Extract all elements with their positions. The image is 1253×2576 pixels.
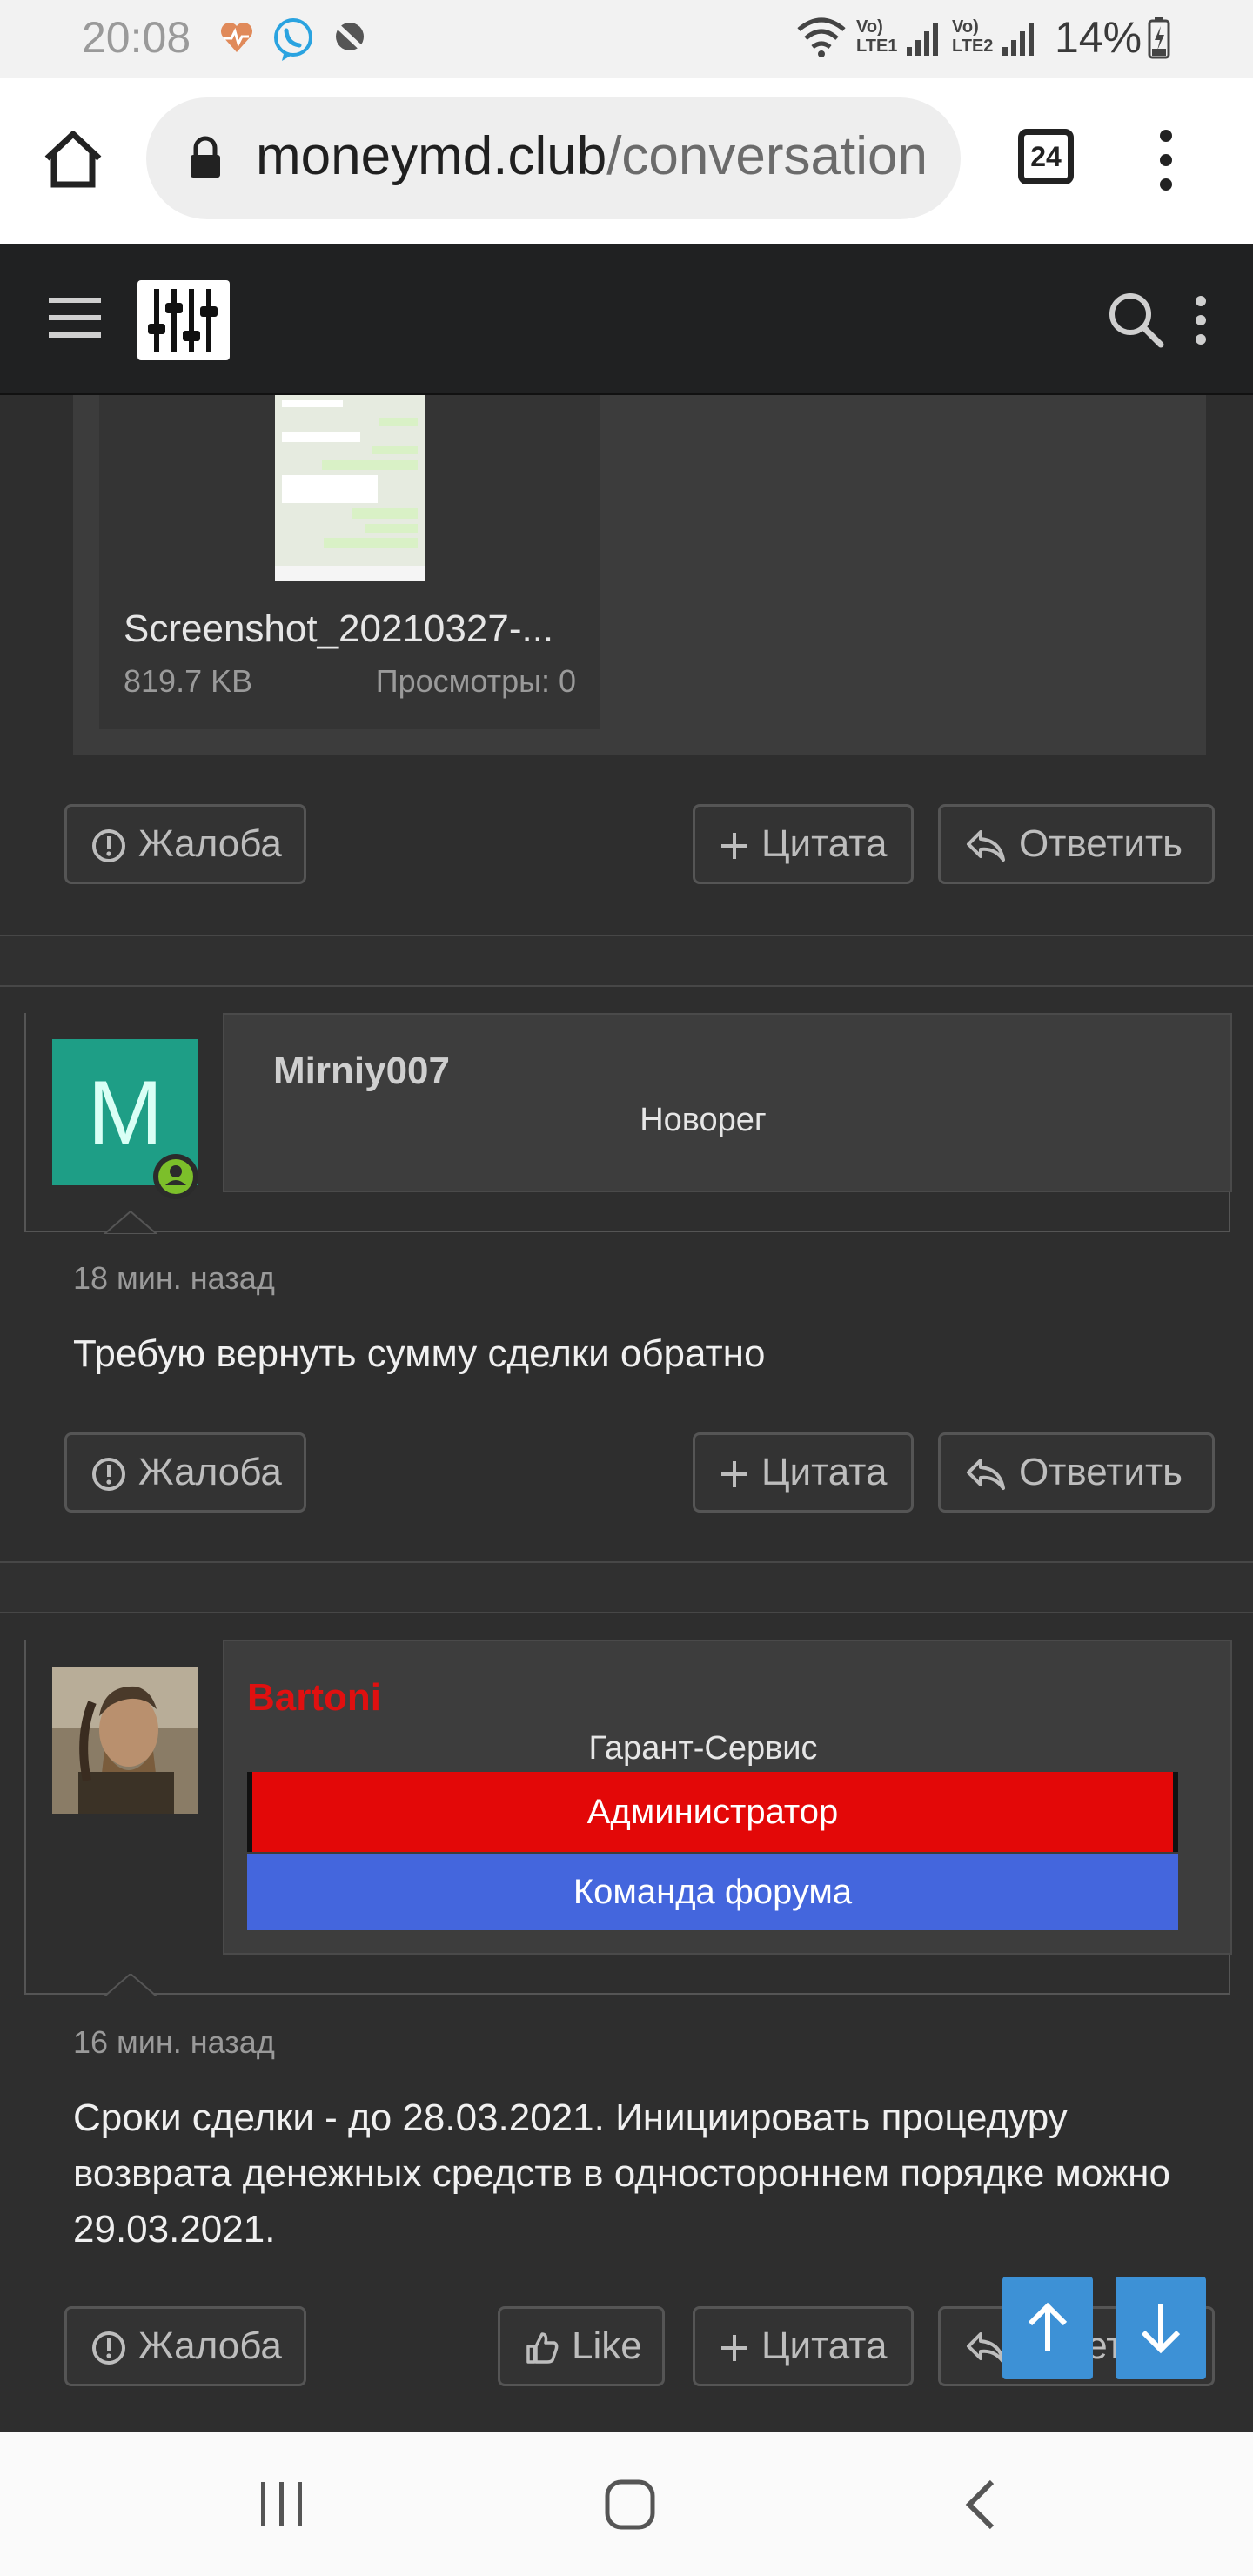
pointer-arrow [104,1211,157,1234]
reply-icon [967,830,1005,862]
url-path: /conversation [606,126,928,186]
reply-label: Ответить [1019,822,1183,865]
more-vert-icon[interactable] [1154,127,1178,193]
post-time[interactable]: 16 мин. назад [73,2024,275,2061]
user-block: M Mirniy007 Новорег [24,1013,1232,1234]
team-banner: Команда форума [247,1854,1178,1930]
post-separator [0,1561,1253,1613]
forum-logo[interactable] [137,280,230,360]
heart-pulse-icon [221,23,252,52]
battery-percent: 14% [1055,13,1142,62]
like-button[interactable]: Like [498,2306,665,2386]
reply-label: Ответить [1019,1451,1183,1493]
online-status-icon [153,1154,198,1199]
report-button[interactable]: Жалоба [64,1432,306,1513]
avatar-photo [52,1667,198,1814]
plus-icon [721,2335,747,2362]
like-icon [526,2332,559,2365]
equalizer-logo-icon [148,289,218,352]
plus-icon [721,1461,747,1488]
search-icon[interactable] [1107,291,1164,348]
reply-button[interactable]: Ответить [938,1432,1215,1513]
forum-header [0,244,1253,395]
more-vert-icon[interactable] [1194,294,1208,346]
user-info-panel: Mirniy007 Новорег [223,1013,1232,1192]
quote-label: Цитата [761,822,888,865]
username[interactable]: Mirniy007 [273,1050,450,1093]
viber-icon [274,18,312,61]
signal-icon [907,23,938,56]
plus-icon [721,833,747,860]
quote-label: Цитата [761,2324,888,2367]
recents-icon[interactable] [258,2482,306,2526]
attachment-filename[interactable]: Screenshot_20210327-... [124,607,553,651]
attachment-thumbnail[interactable] [275,395,425,581]
report-label: Жалоба [138,822,282,865]
reply-button[interactable]: Ответить [938,804,1215,884]
quote-button[interactable]: Цитата [693,1432,914,1513]
system-nav-bar [0,2432,1253,2576]
battery-icon [1148,17,1170,59]
attachment-views: Просмотры: 0 [375,663,576,699]
avatar[interactable] [52,1667,198,1814]
home-nav-icon[interactable] [604,2479,656,2531]
report-label: Жалоба [138,1451,282,1493]
wifi-icon [797,17,846,57]
status-time: 20:08 [82,13,191,62]
username[interactable]: Bartoni [247,1676,381,1720]
avatar-letter: M [87,1063,164,1164]
report-label: Жалоба [138,2324,282,2367]
user-title: Новорег [640,1102,767,1138]
post-time[interactable]: 18 мин. назад [73,1260,275,1297]
sim2-label: Vo) LTE2 [952,17,994,56]
home-icon[interactable] [42,129,104,190]
arrow-up-icon [1028,2302,1068,2351]
signal-icon [1002,23,1034,56]
chat-screenshot-thumbnail [275,395,425,581]
report-button[interactable]: Жалоба [64,804,306,884]
url-text: moneymd.club/conversation [256,125,952,187]
quote-button[interactable]: Цитата [693,804,914,884]
muted-icon [333,22,366,53]
attachment-card[interactable]: Screenshot_20210327-... 819.7 KB Просмот… [99,395,600,729]
back-icon[interactable] [964,2479,999,2531]
reply-icon [967,2332,1005,2365]
lock-icon [191,136,220,178]
arrow-down-icon [1141,2304,1181,2354]
user-block: Bartoni Гарант-Сервис Администратор Кома… [24,1640,1232,1996]
browser-toolbar: moneymd.club/conversation 24 [0,78,1253,244]
sim1-label: Vo) LTE1 [856,17,898,56]
report-button[interactable]: Жалоба [64,2306,306,2386]
url-domain: moneymd.club [256,126,607,186]
admin-banner: Администратор [247,1772,1178,1852]
quote-button[interactable]: Цитата [693,2306,914,2386]
scroll-top-button[interactable] [1002,2277,1093,2379]
report-icon [92,1458,125,1492]
post-separator [0,935,1253,987]
hamburger-icon[interactable] [49,296,101,339]
user-info-panel: Bartoni Гарант-Сервис Администратор Кома… [223,1640,1232,1955]
tab-switcher-button[interactable]: 24 [1018,129,1074,184]
report-icon [92,829,125,863]
reply-icon [967,1459,1005,1491]
post-message: Требую вернуть сумму сделки обратно [73,1332,766,1375]
attachments-panel: Screenshot_20210327-... 819.7 KB Просмот… [73,395,1206,755]
report-icon [92,2331,125,2365]
address-bar[interactable]: moneymd.club/conversation [146,97,961,219]
like-label: Like [572,2324,642,2367]
user-title: Гарант-Сервис [588,1730,818,1767]
quote-label: Цитата [761,1451,888,1493]
attachment-size: 819.7 KB [124,663,253,699]
scroll-bottom-button[interactable] [1116,2277,1206,2379]
post-message: Сроки сделки - до 28.03.2021. Инициирова… [73,2096,1170,2251]
status-bar: 20:08 Vo) LTE1 Vo) LTE2 14% [0,0,1253,78]
pointer-arrow [104,1974,157,1996]
